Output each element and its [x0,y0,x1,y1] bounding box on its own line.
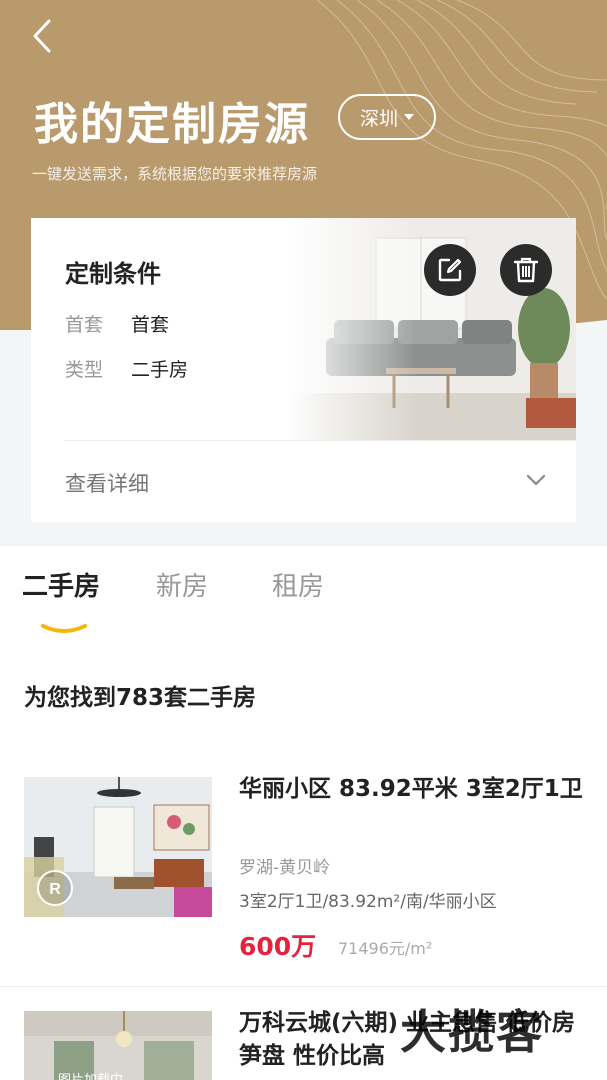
listing-title: 华丽小区 83.92平米 3室2厅1卫 [239,776,583,802]
tab-new-house[interactable]: 新房 [156,566,208,603]
condition-key: 首套 [65,314,104,336]
condition-row: 首套 首套 [65,310,169,337]
condition-value: 二手房 [131,359,189,381]
listing-area: 罗湖-黄贝岭 [239,858,331,878]
chevron-down-icon[interactable] [526,474,546,486]
vr-icon[interactable]: R [36,869,74,907]
loading-badge: 图片加载中 [58,1069,123,1080]
condition-value: 首套 [131,314,170,336]
page-title: 我的定制房源 [34,99,310,150]
city-selector[interactable]: 深圳 [338,94,436,140]
listing-thumbnail: R [24,777,212,917]
tab-underline [41,624,87,633]
condition-key: 类型 [65,359,104,381]
result-count: 为您找到783套二手房 [24,685,257,711]
back-arrow-icon [33,19,51,53]
caret-down-icon [404,114,414,120]
card-title: 定制条件 [65,260,161,288]
edit-icon [438,258,462,282]
listing-thumbnail: 图片加载中 [24,1011,212,1080]
tab-rental[interactable]: 租房 [272,566,324,603]
trash-icon [513,257,539,283]
condition-card: 定制条件 首套 首套 类型 二手房 查看详细 [31,218,576,522]
view-detail-link[interactable]: 查看详细 [65,468,149,498]
city-label: 深圳 [359,107,398,130]
divider [64,440,576,441]
list-item[interactable]: R 华丽小区 83.92平米 3室2厅1卫 罗湖-黄贝岭 3室2厅1卫/83.9… [0,776,607,987]
condition-row: 类型 二手房 [65,355,188,382]
delete-button[interactable] [500,244,552,296]
watermark-logo: 大揽客 [400,1005,544,1059]
page-subtitle: 一键发送需求，系统根据您的要求推荐房源 [32,165,318,183]
listing-description: 3室2厅1卫/83.92m²/南/华丽小区 [239,892,497,912]
listing-price: 600万 [239,932,317,961]
edit-button[interactable] [424,244,476,296]
tab-second-hand[interactable]: 二手房 [22,566,100,603]
divider [0,986,607,987]
svg-text:R: R [49,881,61,898]
listing-unit-price: 71496元/m² [338,939,433,958]
back-button[interactable] [22,14,62,58]
